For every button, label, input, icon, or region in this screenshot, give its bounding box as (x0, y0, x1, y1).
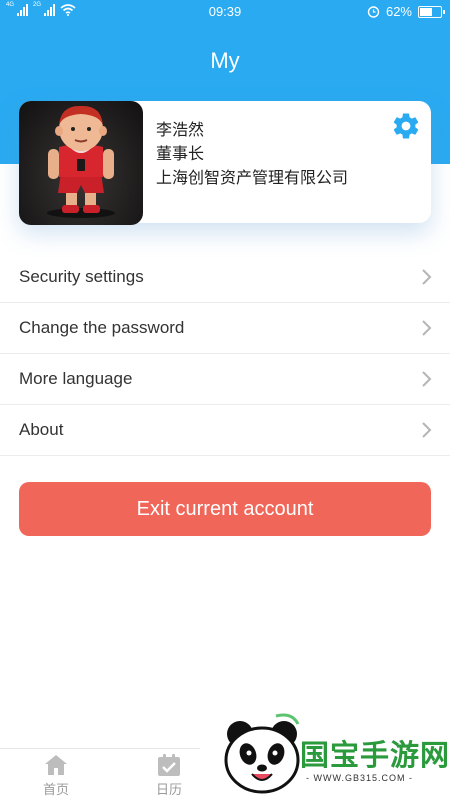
menu-item-more-language[interactable]: More language (0, 354, 450, 405)
watermark: 国宝手游网 - WWW.GB315.COM - (200, 706, 450, 800)
user-position: 董事长 (156, 146, 205, 163)
calendar-icon (158, 754, 180, 776)
chevron-right-icon (422, 269, 432, 285)
watermark-title: 国宝手游网 (300, 738, 450, 772)
watermark-url: - WWW.GB315.COM - (306, 773, 413, 783)
tab-calendar[interactable]: 日历 (139, 753, 199, 798)
profile-info: 李浩然 董事长 上海创智资产管理有限公司 (156, 119, 348, 191)
alarm-icon (367, 6, 380, 18)
chevron-right-icon (422, 320, 432, 336)
user-name: 李浩然 (156, 122, 205, 139)
tab-home[interactable]: 首页 (26, 753, 86, 798)
status-right: 62% (367, 4, 445, 19)
exit-account-button[interactable]: Exit current account (19, 482, 431, 536)
menu-item-label: Change the password (19, 318, 185, 337)
page-title: My (210, 48, 240, 73)
menu-item-security-settings[interactable]: Security settings (0, 252, 450, 303)
profile-card: 李浩然 董事长 上海创智资产管理有限公司 (19, 101, 431, 225)
tab-calendar-label: 日历 (155, 782, 182, 797)
avatar[interactable] (19, 101, 143, 225)
panda-logo-icon (224, 713, 300, 794)
home-icon (45, 755, 67, 775)
menu-item-change-password[interactable]: Change the password (0, 303, 450, 354)
chevron-right-icon (422, 422, 432, 438)
menu-item-label: Security settings (19, 267, 144, 286)
battery-percent: 62% (385, 4, 412, 19)
gear-icon[interactable] (391, 111, 421, 141)
avatar-figure-image (47, 105, 115, 218)
menu-item-label: About (19, 420, 64, 439)
user-company: 上海创智资产管理有限公司 (156, 170, 349, 187)
chevron-right-icon (422, 371, 432, 387)
battery-icon (418, 5, 445, 18)
menu-item-label: More language (19, 369, 133, 388)
settings-menu: Security settings Change the password Mo… (0, 252, 450, 456)
menu-item-about[interactable]: About (0, 405, 450, 456)
status-bar: 4G 2G 09:39 62% (0, 0, 450, 24)
tab-home-label: 首页 (42, 782, 69, 797)
battery-fill (420, 7, 432, 16)
